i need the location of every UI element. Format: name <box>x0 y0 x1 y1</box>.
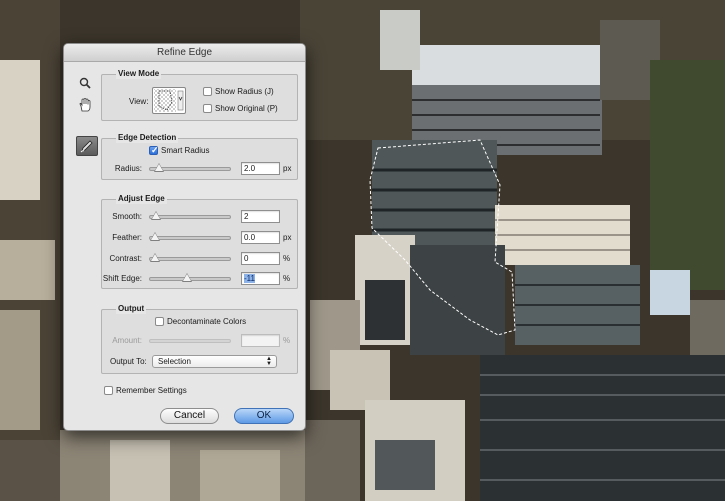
edge-detection-group: Edge Detection Smart Radius Radius: 2.0 … <box>101 133 298 180</box>
amount-unit: % <box>283 336 291 345</box>
ok-button[interactable]: OK <box>234 408 294 424</box>
radius-unit: px <box>283 164 292 173</box>
view-mode-thumbnail[interactable] <box>152 87 186 114</box>
shift-edge-input[interactable]: -11 <box>241 272 280 285</box>
refine-edge-dialog: Refine Edge View Mode View: Show Radius … <box>63 43 306 431</box>
dialog-title: Refine Edge <box>64 44 305 62</box>
show-original-checkbox[interactable] <box>203 104 212 114</box>
radius-slider-thumb[interactable] <box>153 163 164 172</box>
output-to-value: Selection <box>158 357 191 366</box>
amount-label: Amount: <box>112 336 142 345</box>
tool-column <box>76 74 98 156</box>
feather-input[interactable]: 0.0 <box>241 231 280 244</box>
output-to-label: Output To: <box>110 357 147 366</box>
smooth-slider-thumb[interactable] <box>151 211 162 220</box>
adjust-edge-group: Adjust Edge Smooth: 2 Feather: 0.0 px Co… <box>101 194 298 289</box>
amount-slider <box>149 339 231 343</box>
feather-unit: px <box>283 233 292 242</box>
output-title: Output <box>116 304 147 314</box>
contrast-slider-thumb[interactable] <box>150 253 160 262</box>
show-radius-checkbox[interactable] <box>203 87 212 97</box>
smart-radius-option[interactable]: Smart Radius <box>149 145 210 156</box>
edge-detection-title: Edge Detection <box>116 133 179 143</box>
zoom-icon[interactable] <box>76 74 94 92</box>
output-group: Output Decontaminate Colors Amount: % Ou… <box>101 304 298 374</box>
feather-slider-thumb[interactable] <box>150 232 160 241</box>
amount-input <box>241 334 280 347</box>
contrast-input[interactable]: 0 <box>241 252 280 265</box>
feather-slider[interactable] <box>149 232 231 241</box>
view-mode-title: View Mode <box>116 69 162 79</box>
decontaminate-label: Decontaminate Colors <box>167 317 247 326</box>
remember-settings-option[interactable]: Remember Settings <box>104 386 187 396</box>
show-radius-option[interactable]: Show Radius (J) <box>203 87 274 97</box>
show-radius-label: Show Radius (J) <box>215 87 274 96</box>
smooth-input[interactable]: 2 <box>241 210 280 223</box>
radius-label: Radius: <box>114 164 142 173</box>
refine-radius-icon[interactable] <box>76 136 98 156</box>
feather-label: Feather: <box>112 233 142 242</box>
view-mode-group: View Mode View: Show Radius (J) Show Ori… <box>101 69 298 121</box>
cancel-button[interactable]: Cancel <box>160 408 219 424</box>
show-original-label: Show Original (P) <box>215 104 278 113</box>
chevron-updown-icon: ▲ ▼ <box>266 356 272 367</box>
smart-radius-checkbox[interactable] <box>149 145 159 156</box>
shift-edge-slider-thumb[interactable] <box>181 273 192 282</box>
contrast-unit: % <box>283 254 291 263</box>
adjust-edge-title: Adjust Edge <box>116 194 167 204</box>
output-to-select[interactable]: Selection ▲ ▼ <box>152 355 277 368</box>
smooth-slider[interactable] <box>149 211 231 220</box>
contrast-label: Contrast: <box>109 254 142 263</box>
decontaminate-checkbox[interactable] <box>155 317 164 327</box>
contrast-slider[interactable] <box>149 253 231 262</box>
remember-settings-label: Remember Settings <box>116 386 187 395</box>
shift-edge-unit: % <box>283 274 291 283</box>
shift-edge-slider[interactable] <box>149 273 231 282</box>
radius-slider[interactable] <box>149 163 231 172</box>
show-original-option[interactable]: Show Original (P) <box>203 104 278 114</box>
smart-radius-label: Smart Radius <box>161 146 210 155</box>
decontaminate-option[interactable]: Decontaminate Colors <box>155 317 247 327</box>
view-label: View: <box>129 97 149 106</box>
hand-icon[interactable] <box>76 96 94 114</box>
radius-input[interactable]: 2.0 <box>241 162 280 175</box>
smooth-label: Smooth: <box>112 212 142 221</box>
remember-settings-checkbox[interactable] <box>104 386 113 396</box>
shift-edge-label: Shift Edge: <box>102 274 142 283</box>
